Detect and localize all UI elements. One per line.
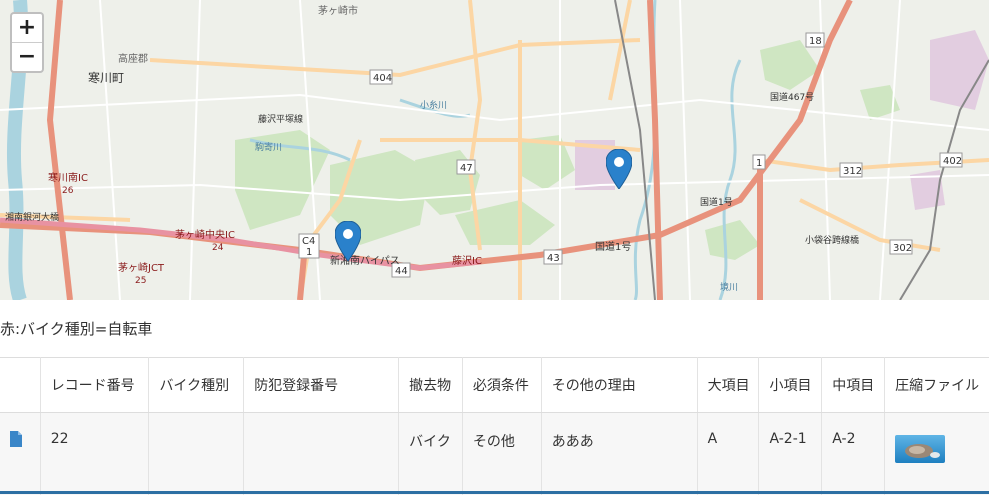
svg-text:藤沢平塚線: 藤沢平塚線 xyxy=(258,113,303,125)
svg-text:寒川町: 寒川町 xyxy=(88,70,124,85)
map-view[interactable]: 404 47 44 43 18 312 402 302 1 C4 1 寒川町 高… xyxy=(0,0,989,300)
svg-text:国道467号: 国道467号 xyxy=(770,91,814,103)
svg-text:小糸川: 小糸川 xyxy=(420,99,447,111)
thumbnail-image[interactable] xyxy=(895,435,946,463)
cell-middle-item: A-2 xyxy=(821,412,886,495)
svg-text:茅ヶ崎市: 茅ヶ崎市 xyxy=(318,4,358,17)
svg-text:25: 25 xyxy=(135,276,146,286)
svg-text:26: 26 xyxy=(62,186,74,196)
header-major-item[interactable]: 大項目 xyxy=(697,357,760,413)
svg-text:24: 24 xyxy=(212,243,224,253)
header-removed-item[interactable]: 撤去物 xyxy=(398,357,463,413)
cell-minor-item: A-2-1 xyxy=(758,412,823,495)
zoom-in-button[interactable]: + xyxy=(12,14,42,42)
svg-text:小袋谷跨線橋: 小袋谷跨線橋 xyxy=(805,234,859,246)
map-tiles[interactable]: 404 47 44 43 18 312 402 302 1 C4 1 寒川町 高… xyxy=(0,0,989,300)
header-bike-type[interactable]: バイク種別 xyxy=(148,357,245,413)
header-required-condition[interactable]: 必須条件 xyxy=(462,357,542,413)
cell-other-reason: あああ xyxy=(541,412,698,495)
svg-text:43: 43 xyxy=(547,253,560,264)
svg-text:国道1号: 国道1号 xyxy=(700,196,733,208)
svg-text:404: 404 xyxy=(373,73,392,84)
svg-text:C4: C4 xyxy=(302,236,315,247)
zoom-out-button[interactable]: − xyxy=(12,42,42,71)
header-other-reason[interactable]: その他の理由 xyxy=(541,357,698,413)
svg-text:藤沢IC: 藤沢IC xyxy=(452,254,482,267)
cell-removed-item: バイク xyxy=(398,412,463,495)
cell-record-no: 22 xyxy=(40,412,150,495)
cell-registration-no xyxy=(243,412,400,495)
map-marker-icon[interactable] xyxy=(335,221,361,261)
header-registration-no[interactable]: 防犯登録番号 xyxy=(243,357,400,413)
svg-text:湘南銀河大橋: 湘南銀河大橋 xyxy=(5,211,59,223)
svg-text:44: 44 xyxy=(395,266,408,277)
cell-compressed-file xyxy=(884,412,989,495)
table-row[interactable]: 22 バイク その他 あああ A A-2-1 A-2 xyxy=(0,412,989,495)
svg-text:18: 18 xyxy=(809,36,822,47)
svg-text:国道1号: 国道1号 xyxy=(595,240,631,253)
header-minor-item[interactable]: 小項目 xyxy=(758,357,823,413)
header-icon-column xyxy=(0,357,41,413)
header-compressed-file[interactable]: 圧縮ファイル xyxy=(884,357,989,413)
zoom-control: + − xyxy=(10,12,44,73)
svg-text:402: 402 xyxy=(943,156,962,167)
header-middle-item[interactable]: 中項目 xyxy=(821,357,886,413)
svg-text:312: 312 xyxy=(843,166,862,177)
svg-text:1: 1 xyxy=(756,158,762,169)
cell-major-item: A xyxy=(697,412,760,495)
document-icon[interactable] xyxy=(10,431,22,447)
svg-text:高座郡: 高座郡 xyxy=(118,52,148,65)
cell-bike-type xyxy=(148,412,245,495)
table-header-row: レコード番号 バイク種別 防犯登録番号 撤去物 必須条件 その他の理由 大項目 … xyxy=(0,357,989,413)
map-marker-icon[interactable] xyxy=(606,149,632,189)
svg-text:寒川南IC: 寒川南IC xyxy=(48,171,88,184)
secondary-roads xyxy=(0,0,989,300)
svg-text:境川: 境川 xyxy=(720,281,738,293)
svg-text:47: 47 xyxy=(460,163,473,174)
records-table: レコード番号 バイク種別 防犯登録番号 撤去物 必須条件 その他の理由 大項目 … xyxy=(0,357,989,495)
svg-text:302: 302 xyxy=(893,243,912,254)
svg-text:茅ヶ崎中央IC: 茅ヶ崎中央IC xyxy=(175,228,235,241)
header-record-no[interactable]: レコード番号 xyxy=(40,357,150,413)
legend-text: 赤:バイク種別=自転車 xyxy=(0,320,153,338)
row-detail-cell[interactable] xyxy=(0,412,41,495)
svg-text:1: 1 xyxy=(306,247,312,258)
svg-text:茅ヶ崎JCT: 茅ヶ崎JCT xyxy=(118,261,165,274)
cell-required-condition: その他 xyxy=(462,412,542,495)
svg-text:駒寄川: 駒寄川 xyxy=(255,141,282,153)
minor-roads xyxy=(0,0,989,300)
